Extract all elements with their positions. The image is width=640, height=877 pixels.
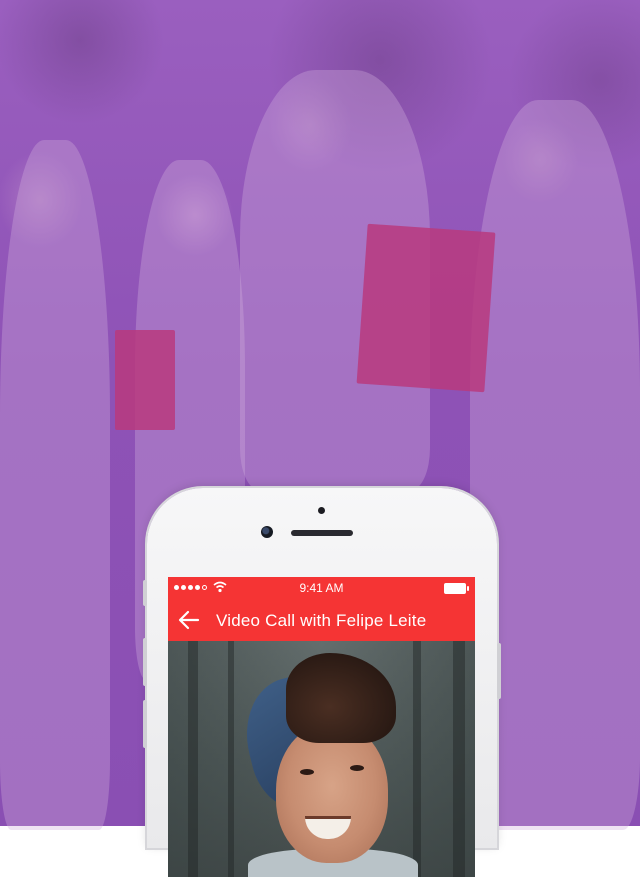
phone-side-button — [143, 638, 147, 686]
background-book — [115, 330, 175, 430]
phone-screen: 9:41 AM Video Call with Felipe Leite — [168, 577, 475, 877]
page-title: Video Call with Felipe Leite — [216, 611, 427, 630]
back-arrow-icon[interactable] — [178, 610, 200, 630]
status-bar: 9:41 AM — [168, 577, 475, 599]
phone-side-button — [497, 643, 501, 699]
phone-side-button — [143, 580, 147, 606]
app-bar: Video Call with Felipe Leite — [168, 599, 475, 641]
caller-eye — [300, 769, 314, 775]
video-feed — [168, 641, 475, 877]
status-time: 9:41 AM — [299, 581, 344, 595]
phone-sensor — [318, 507, 325, 514]
phone-side-button — [143, 700, 147, 748]
caller-face — [276, 723, 388, 863]
phone-front-camera — [261, 526, 273, 538]
phone-speaker — [291, 530, 353, 536]
background-book — [356, 223, 496, 393]
caller-hair — [286, 653, 396, 743]
background-person — [0, 140, 110, 830]
caller-eye — [350, 765, 364, 771]
battery-icon — [444, 583, 469, 594]
phone-mockup: 9:41 AM Video Call with Felipe Leite — [143, 488, 501, 877]
